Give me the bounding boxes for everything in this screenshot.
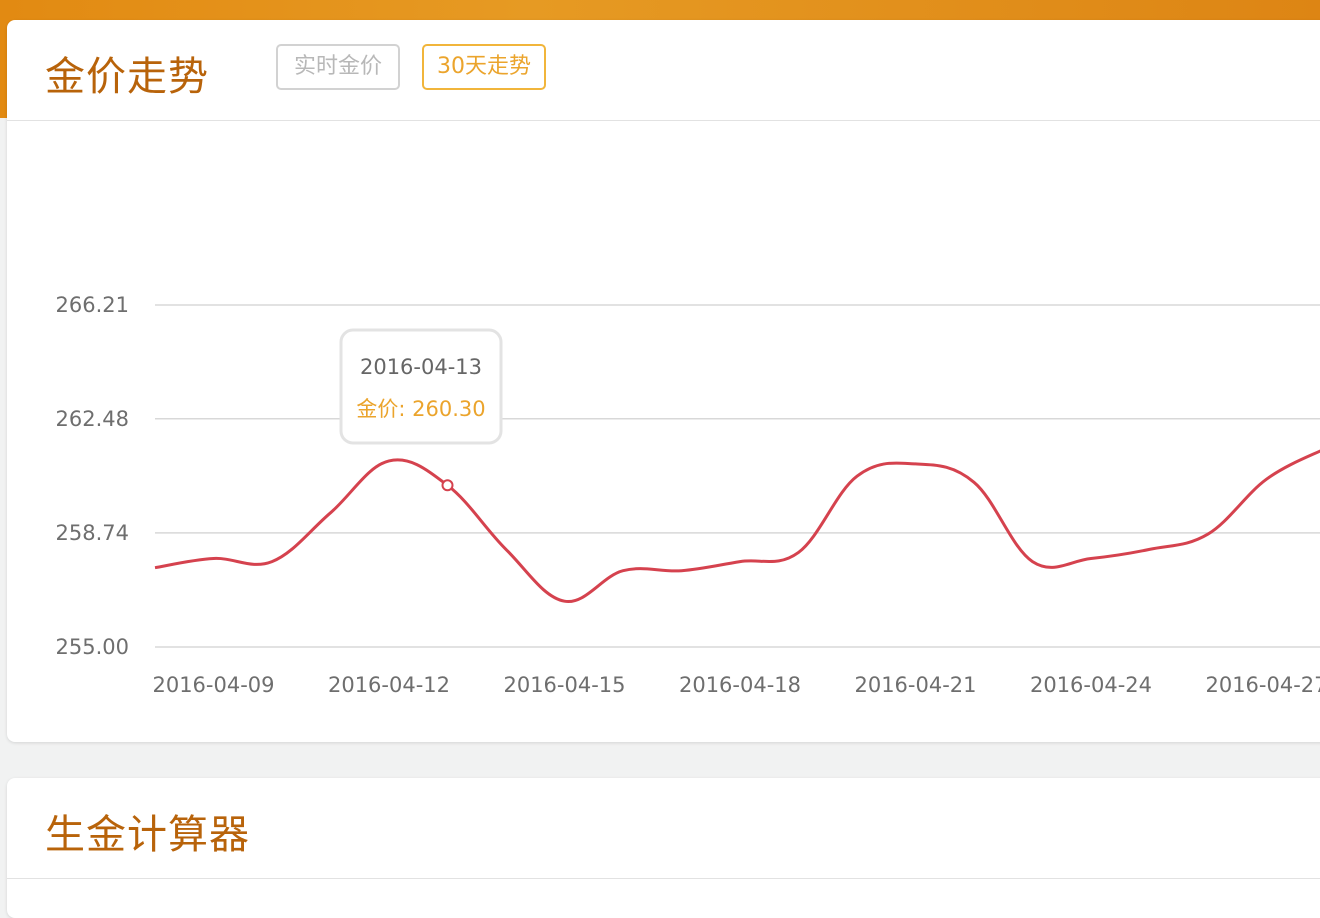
x-tick-label: 2016-04-27: [1205, 673, 1320, 697]
x-tick-label: 2016-04-24: [1030, 673, 1152, 697]
tooltip-date: 2016-04-13: [360, 355, 482, 379]
x-tick-label: 2016-04-12: [328, 673, 450, 697]
x-tick-label: 2016-04-15: [503, 673, 625, 697]
gold-calculator-card: 生金计算器: [7, 778, 1320, 918]
x-tick-label: 2016-04-09: [152, 673, 274, 697]
gold-price-series-line: [154, 449, 1320, 603]
x-tick-label: 2016-04-21: [854, 673, 976, 697]
tooltip-box: [339, 328, 503, 445]
y-tick-label: 255.00: [56, 635, 129, 659]
x-axis-ticks: 2016-04-09 2016-04-12 2016-04-15 2016-04-18…: [152, 673, 1320, 697]
chart-grid: [155, 304, 1320, 648]
x-tick-label: 2016-04-18: [679, 673, 801, 697]
y-tick-label: 262.48: [56, 407, 129, 431]
tooltip-value: 金价: 260.30: [356, 397, 485, 421]
y-axis-ticks: 255.00 258.74 262.48 266.21: [56, 293, 129, 659]
gold-calculator-header: 生金计算器: [7, 778, 1320, 879]
y-tick-label: 258.74: [56, 521, 129, 545]
gold-price-chart: 255.00258.74262.48266.21 2016-04-09 2016-…: [56, 293, 1320, 697]
chart-tooltip: 2016-04-13 金价: 260.30: [339, 328, 503, 445]
gold-calculator-title: 生金计算器: [45, 812, 250, 858]
y-tick-label: 266.21: [56, 293, 129, 317]
hover-point-marker[interactable]: [441, 479, 454, 492]
